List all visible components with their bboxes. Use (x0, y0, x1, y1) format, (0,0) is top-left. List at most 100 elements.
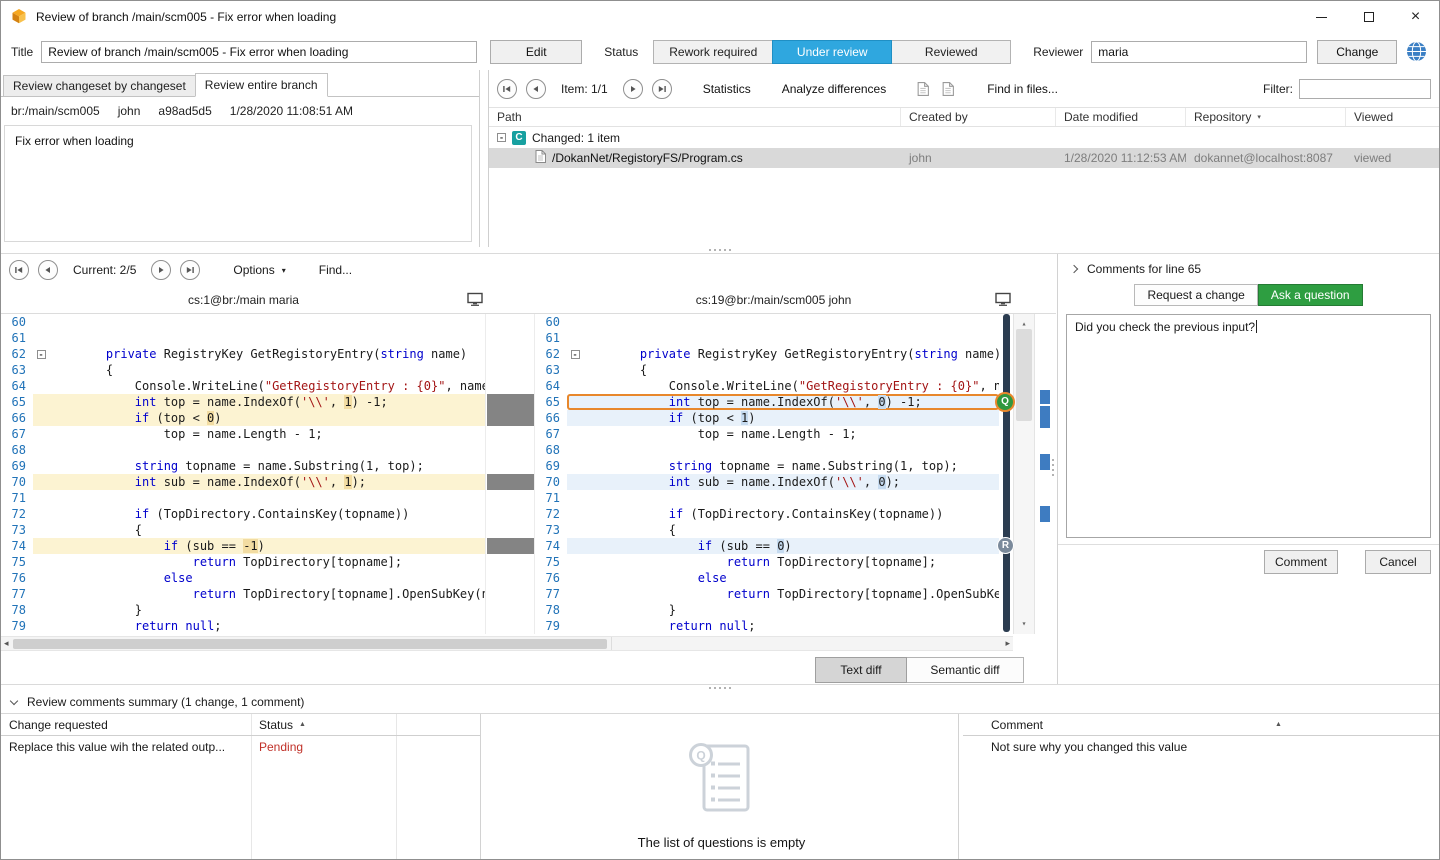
diff-connector-block (487, 602, 534, 618)
previous-item-button[interactable] (526, 79, 546, 99)
comment-text-area[interactable]: Did you check the previous input? (1066, 314, 1431, 538)
diff-vertical-scrollbar[interactable]: ▴ ▾ (1013, 314, 1035, 634)
tab-review-entire-branch[interactable]: Review entire branch (195, 73, 328, 97)
column-change-requested[interactable]: Change requested (1, 718, 108, 732)
edit-button[interactable]: Edit (490, 40, 582, 64)
fold-collapse-icon[interactable]: - (37, 350, 46, 359)
ask-question-button[interactable]: Ask a question (1258, 284, 1363, 306)
file-row[interactable]: /DokanNet/RegistoryFS/Program.cs john 1/… (489, 148, 1439, 168)
column-status[interactable]: Status▲ (259, 718, 306, 732)
scroll-left-icon[interactable]: ◂ (4, 638, 9, 649)
tab-review-changeset-by-changeset[interactable]: Review changeset by changeset (3, 75, 196, 97)
branch-description-field[interactable]: Fix error when loading (4, 125, 472, 242)
text-diff-button[interactable]: Text diff (815, 657, 907, 683)
change-reviewer-button[interactable]: Change (1317, 40, 1397, 64)
line-number: 68 (1, 442, 33, 458)
status-rework-required-button[interactable]: Rework required (653, 40, 773, 64)
maximize-right-pane-icon[interactable] (995, 292, 1011, 307)
prev-file-diff-icon[interactable] (915, 82, 931, 96)
analyze-differences-button[interactable]: Analyze differences (782, 82, 887, 96)
code-line[interactable]: 71 (1, 490, 485, 506)
code-line[interactable]: 68 (1, 442, 485, 458)
options-dropdown[interactable]: Options▾ (233, 263, 285, 277)
change-request-row[interactable]: Replace this value wih the related outp.… (1, 736, 480, 758)
maximize-left-pane-icon[interactable] (467, 292, 483, 307)
code-text (49, 330, 485, 346)
comment-cancel-button[interactable]: Cancel (1365, 550, 1431, 574)
code-line[interactable]: 76 else (1, 570, 485, 586)
code-line[interactable]: 67 top = name.Length - 1; (1, 426, 485, 442)
review-tabs: Review changeset by changeset Review ent… (3, 73, 327, 97)
last-difference-button[interactable] (180, 260, 200, 280)
code-line[interactable]: 74 if (sub == -1) (1, 538, 485, 554)
find-in-files-button[interactable]: Find in files... (987, 82, 1058, 96)
vertical-splitter[interactable] (1052, 459, 1054, 476)
diff-horizontal-scrollbar[interactable]: ◂ ▸ (1, 636, 1013, 651)
code-text: int top = name.IndexOf('\\', 1) -1; (49, 394, 485, 410)
collapse-panel-icon[interactable] (1070, 265, 1078, 273)
diff-left-pane: 606162- private RegistryKey GetRegistory… (1, 314, 486, 634)
close-button[interactable]: × (1392, 1, 1439, 33)
code-line[interactable]: 70 int sub = name.IndexOf('\\', 1); (1, 474, 485, 490)
code-line[interactable]: 79 return null; (1, 618, 485, 634)
scroll-down-icon[interactable]: ▾ (1014, 616, 1034, 632)
first-difference-button[interactable] (9, 260, 29, 280)
filter-input[interactable] (1299, 79, 1431, 99)
code-line[interactable]: 69 string topname = name.Substring(1, to… (1, 458, 485, 474)
code-line[interactable]: 65 int top = name.IndexOf('\\', 1) -1; (1, 394, 485, 410)
scroll-right-icon[interactable]: ▸ (1005, 638, 1010, 649)
diff-marker-tick (1040, 390, 1050, 404)
comment-badge-r[interactable]: R (997, 537, 1014, 554)
window-title: Review of branch /main/scm005 - Fix erro… (36, 10, 336, 24)
code-line[interactable]: 78 } (1, 602, 485, 618)
globe-icon[interactable] (1405, 41, 1427, 63)
last-item-button[interactable] (652, 79, 672, 99)
code-line[interactable]: 64 Console.WriteLine("GetRegistoryEntry … (1, 378, 485, 394)
changed-group-row[interactable]: - C Changed: 1 item (489, 127, 1439, 148)
code-line[interactable]: 73 { (1, 522, 485, 538)
comment-submit-button[interactable]: Comment (1264, 550, 1338, 574)
request-change-button[interactable]: Request a change (1134, 284, 1257, 306)
comment-badge-q[interactable]: Q (995, 392, 1015, 412)
diff-connector-block (487, 314, 534, 330)
column-created-by[interactable]: Created by (901, 108, 1056, 126)
difference-counter: Current: 2/5 (73, 263, 136, 277)
column-comment[interactable]: Comment (991, 718, 1043, 732)
comments-list: Comment ▲ Not sure why you changed this … (963, 714, 1439, 859)
code-line[interactable]: 75 return TopDirectory[topname]; (1, 554, 485, 570)
collapse-group-icon[interactable]: - (497, 133, 506, 142)
first-item-button[interactable] (497, 79, 517, 99)
horizontal-scroll-thumb[interactable] (13, 639, 607, 649)
code-line[interactable]: 63 { (1, 362, 485, 378)
next-file-diff-icon[interactable] (940, 82, 956, 96)
code-line[interactable]: 66 if (top < 0) (1, 410, 485, 426)
maximize-button[interactable] (1345, 1, 1392, 33)
status-reviewed-button[interactable]: Reviewed (891, 40, 1011, 64)
previous-difference-button[interactable] (38, 260, 58, 280)
statistics-button[interactable]: Statistics (703, 82, 751, 96)
vertical-scroll-thumb[interactable] (1016, 329, 1032, 421)
reviewer-input[interactable] (1091, 41, 1307, 63)
minimize-button[interactable] (1298, 1, 1345, 33)
comment-row[interactable]: Not sure why you changed this value (963, 736, 1439, 758)
column-repository[interactable]: Repository▾ (1186, 108, 1346, 126)
next-item-button[interactable] (623, 79, 643, 99)
files-toolbar: Item: 1/1 Statistics Analyze differences… (489, 70, 1439, 107)
code-text: return TopDirectory[topname]; (49, 554, 485, 570)
column-date-modified[interactable]: Date modified (1056, 108, 1186, 126)
code-line[interactable]: 72 if (TopDirectory.ContainsKey(topname)… (1, 506, 485, 522)
status-under-review-button[interactable]: Under review (772, 40, 892, 64)
left-pane-title: cs:1@br:/main maria (1, 293, 486, 307)
title-input[interactable] (41, 41, 477, 63)
semantic-diff-button[interactable]: Semantic diff (907, 657, 1024, 683)
find-button[interactable]: Find... (319, 263, 352, 277)
diff-connector-rows (487, 314, 534, 634)
collapse-summary-icon[interactable] (10, 696, 18, 704)
code-line[interactable]: 60 (1, 314, 485, 330)
next-difference-button[interactable] (151, 260, 171, 280)
column-viewed[interactable]: Viewed (1346, 108, 1439, 126)
code-line[interactable]: 61 (1, 330, 485, 346)
code-line[interactable]: 77 return TopDirectory[topname].OpenSubK… (1, 586, 485, 602)
code-line[interactable]: 62- private RegistryKey GetRegistoryEntr… (1, 346, 485, 362)
column-path[interactable]: Path (489, 108, 901, 126)
